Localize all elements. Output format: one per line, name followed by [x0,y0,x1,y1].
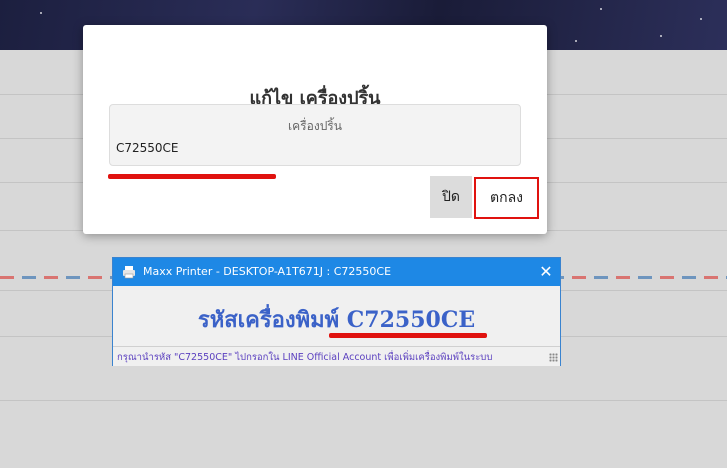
window-title: Maxx Printer - DESKTOP-A1T671J : C72550C… [143,265,392,278]
ok-button[interactable]: ตกลง [474,177,539,219]
window-close-button[interactable]: ✕ [533,260,559,284]
resize-grip-icon[interactable] [549,353,558,362]
star-decoration [600,8,602,10]
printer-icon [123,266,135,279]
star-decoration [660,35,662,37]
star-decoration [700,18,702,20]
close-button[interactable]: ปิด [430,176,472,218]
divider [0,400,727,401]
printer-input[interactable] [116,141,512,155]
star-decoration [575,40,577,42]
edit-printer-dialog: แก้ไข เครื่องปริ้น เครื่องปริ้น ปิด ตกลง [83,25,547,234]
status-bar: กรุณานำรหัส "C72550CE" ไปกรอกใน LINE Off… [113,346,560,366]
star-decoration [40,12,42,14]
window-titlebar[interactable]: Maxx Printer - DESKTOP-A1T671J : C72550C… [113,258,560,286]
printer-field[interactable]: เครื่องปริ้น [109,104,521,166]
annotation-underline [108,174,276,179]
annotation-underline [329,333,487,338]
status-text: กรุณานำรหัส "C72550CE" ไปกรอกใน LINE Off… [117,352,493,363]
printer-code-text: รหัสเครื่องพิมพ์ C72550CE [197,307,476,333]
printer-field-label: เครื่องปริ้น [288,119,342,133]
close-icon: ✕ [539,262,553,281]
maxx-printer-window: Maxx Printer - DESKTOP-A1T671J : C72550C… [112,257,561,366]
